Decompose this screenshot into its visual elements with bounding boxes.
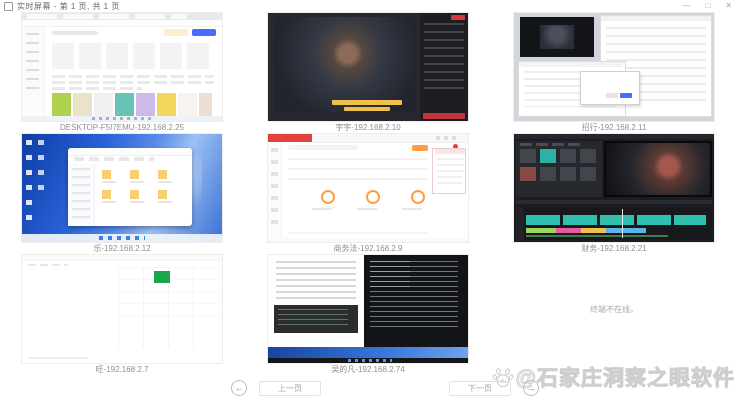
tile-caption: 宇宇-192.168.2.10 xyxy=(268,121,468,134)
monitor-tile[interactable]: 商务法-192.168.2.9 xyxy=(268,134,468,255)
screen-thumbnail xyxy=(268,255,468,363)
window-controls: — □ ✕ xyxy=(682,1,732,11)
close-button[interactable]: ✕ xyxy=(725,1,732,11)
monitor-tile[interactable]: 宇宇-192.168.2.10 xyxy=(268,13,468,134)
tile-caption: DESKTOP-F5I7EMU-192.168.2.25 xyxy=(22,121,222,134)
video-area xyxy=(274,17,416,113)
monitor-tile[interactable]: 财务-192.168.2.21 xyxy=(514,134,714,255)
monitor-tile-offline: 终端不在线。 xyxy=(514,255,714,376)
next-arrow-icon[interactable]: → xyxy=(523,380,539,396)
maximize-button[interactable]: □ xyxy=(705,1,710,11)
playhead xyxy=(622,209,623,238)
offline-placeholder: 终端不在线。 xyxy=(514,255,714,363)
screen-thumbnail xyxy=(268,134,468,242)
next-group: 下一页 → xyxy=(449,380,539,396)
screen-thumbnail xyxy=(22,134,222,242)
prev-arrow-glyph: ← xyxy=(235,384,244,393)
next-arrow-glyph: → xyxy=(527,384,536,393)
offline-status-text: 终端不在线。 xyxy=(590,304,638,315)
screen-thumbnail xyxy=(514,13,714,121)
tile-caption: 乐-192.168.2.12 xyxy=(22,242,222,255)
screen-thumbnail xyxy=(22,255,222,363)
tile-caption: 吴的凡-192.168.2.74 xyxy=(268,363,468,376)
monitor-grid: DESKTOP-F5I7EMU-192.168.2.25 宇宇-192.168.… xyxy=(22,13,714,376)
app-icon xyxy=(4,2,13,11)
titlebar: 实时屏幕 - 第 1 页, 共 1 页 — □ ✕ xyxy=(0,0,738,13)
monitor-tile[interactable]: 吴的凡-192.168.2.74 xyxy=(268,255,468,376)
monitor-tile[interactable]: 旺-192.168.2.7 xyxy=(22,255,222,376)
monitor-tile[interactable]: 招行-192.168.2.11 xyxy=(514,13,714,134)
green-cell xyxy=(154,271,170,283)
screen-thumbnail xyxy=(268,13,468,121)
prev-group: ← 上一页 xyxy=(231,380,321,396)
window-title: 实时屏幕 - 第 1 页, 共 1 页 xyxy=(17,1,120,12)
screen-thumbnail xyxy=(514,134,714,242)
screen-thumbnail xyxy=(22,13,222,121)
minimize-button[interactable]: — xyxy=(682,1,690,11)
tile-caption: 商务法-192.168.2.9 xyxy=(268,242,468,255)
monitor-tile[interactable]: DESKTOP-F5I7EMU-192.168.2.25 xyxy=(22,13,222,134)
monitor-tile[interactable]: 乐-192.168.2.12 xyxy=(22,134,222,255)
desktop-icons xyxy=(26,140,32,230)
pagination: ← 上一页 下一页 → xyxy=(16,380,738,396)
dialog-popup xyxy=(580,71,640,105)
prev-arrow-icon[interactable]: ← xyxy=(231,380,247,396)
prev-page-button[interactable]: 上一页 xyxy=(259,381,321,396)
tile-caption: 财务-192.168.2.21 xyxy=(514,242,714,255)
tile-caption: 旺-192.168.2.7 xyxy=(22,363,222,376)
tile-caption: 招行-192.168.2.11 xyxy=(514,121,714,134)
next-page-button[interactable]: 下一页 xyxy=(449,381,511,396)
tile-caption xyxy=(514,363,714,376)
